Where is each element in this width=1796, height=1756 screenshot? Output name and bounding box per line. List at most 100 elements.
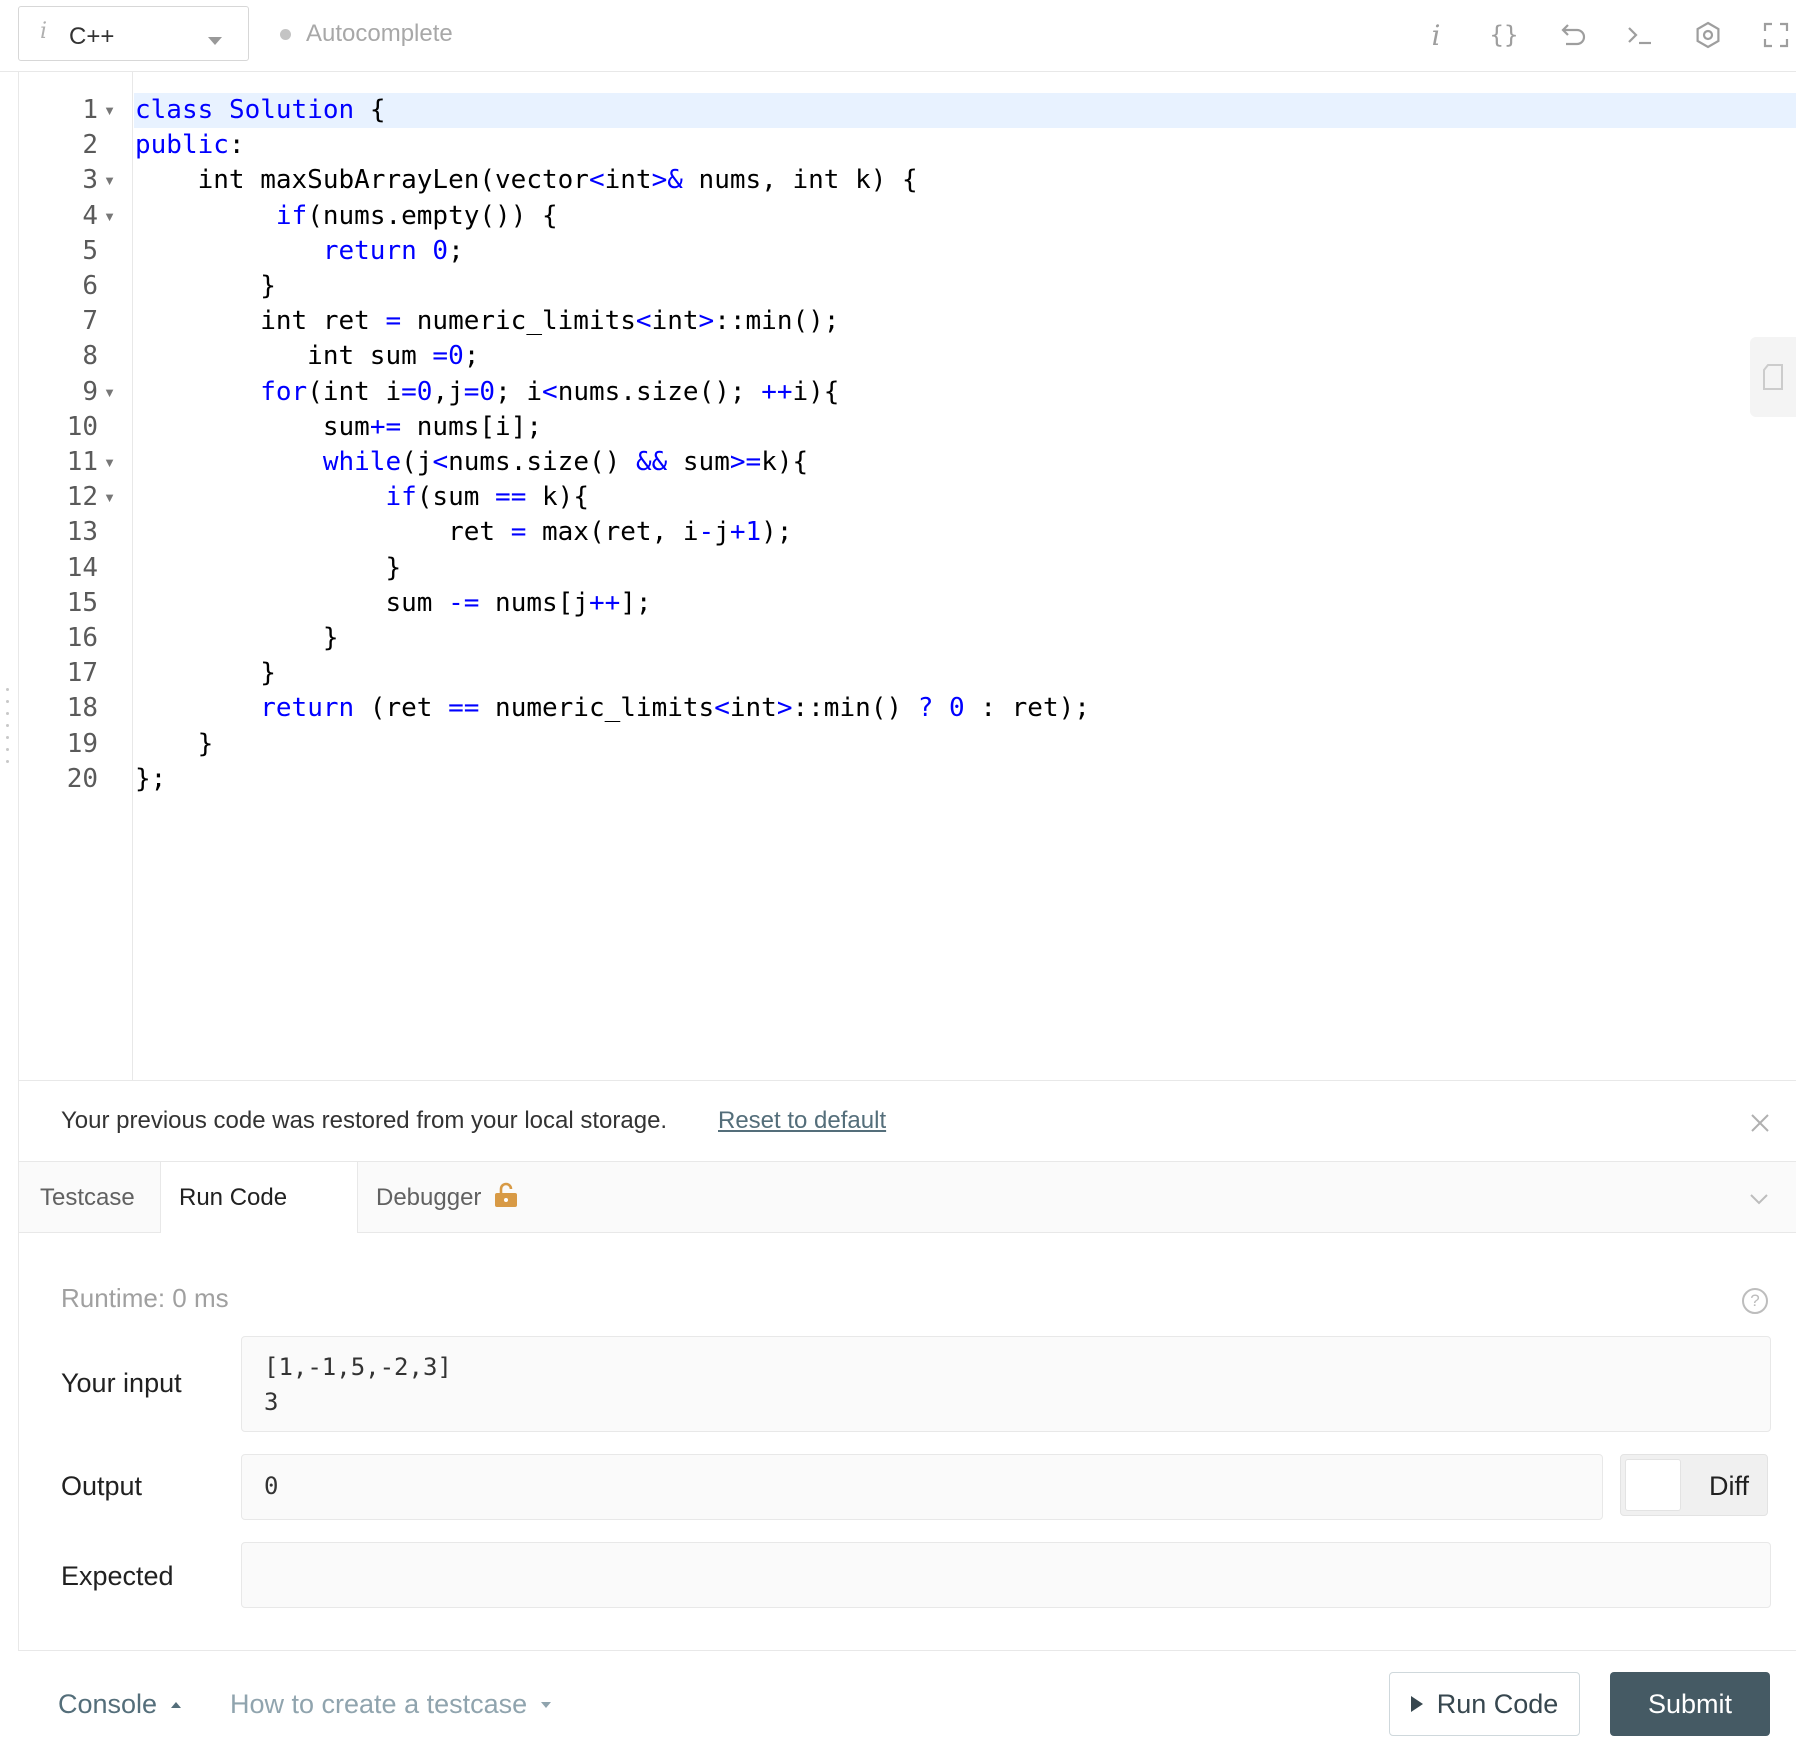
expected-box xyxy=(241,1542,1771,1608)
line-number: 1 xyxy=(82,95,98,125)
output-label: Output xyxy=(61,1471,143,1501)
code-line: while(j<nums.size() && sum>=k){ xyxy=(322,447,809,477)
run-code-label: Run Code xyxy=(1436,1688,1559,1719)
line-number: 6 xyxy=(82,271,98,301)
line-number: 8 xyxy=(82,341,98,372)
output-value: 0 xyxy=(264,1472,279,1500)
autocomplete-label: Autocomplete xyxy=(306,20,453,47)
code-line: for(int i=0,j=0; i<nums.size(); ++i){ xyxy=(260,376,840,407)
help-icon[interactable]: ? xyxy=(1742,1288,1768,1314)
output-box: 0 xyxy=(241,1454,1603,1520)
code-line: } xyxy=(135,658,276,689)
line-number: 17 xyxy=(66,658,98,689)
footer-bar: Console How to create a testcase Run Cod… xyxy=(0,1651,1796,1756)
collapse-chevron-icon[interactable] xyxy=(1748,1188,1770,1210)
fold-arrow-icon[interactable]: ▼ xyxy=(103,163,116,198)
line-number: 11 xyxy=(66,447,98,477)
code-line: public: xyxy=(135,130,245,161)
info-icon[interactable]: i xyxy=(1416,12,1456,58)
terminal-icon[interactable] xyxy=(1620,12,1660,58)
code-line: class Solution { xyxy=(135,95,386,125)
settings-icon[interactable] xyxy=(1688,12,1728,58)
info-icon: i xyxy=(40,19,48,44)
how-to-create-testcase-link[interactable]: How to create a testcase xyxy=(230,1689,552,1720)
fold-arrow-icon[interactable]: ▼ xyxy=(103,375,116,410)
diff-toggle[interactable]: Diff xyxy=(1620,1454,1768,1516)
line-number: 16 xyxy=(66,623,98,653)
toolbar-icon-group: i {} xyxy=(1416,12,1796,58)
code-line: } xyxy=(135,623,339,653)
line-number: 12 xyxy=(66,482,98,513)
fold-arrow-icon[interactable]: ▼ xyxy=(103,480,116,515)
code-line: int sum =0; xyxy=(135,341,480,372)
code-editor[interactable]: 1 ▼ 2 3 ▼ 4 ▼ 5 6 7 8 9 ▼ 10 11 ▼ 12 ▼ 13 14 15 16 17 18 19 20 cl… xyxy=(18,72,1796,1081)
how-to-label: How to create a testcase xyxy=(230,1689,528,1719)
fullscreen-icon[interactable] xyxy=(1756,12,1796,58)
console-label: Console xyxy=(58,1689,158,1719)
code-line: sum -= nums[j++]; xyxy=(135,587,652,618)
code-line: } xyxy=(135,728,214,759)
line-number: 20 xyxy=(66,763,98,794)
editor-toolbar: i C++ Autocomplete i {} xyxy=(0,0,1796,72)
runtime-text: Runtime: 0 ms xyxy=(61,1283,229,1313)
line-number: 3 xyxy=(82,165,98,196)
line-number: 7 xyxy=(82,306,98,337)
code-line: } xyxy=(135,271,276,301)
resize-handle[interactable] xyxy=(6,688,10,778)
braces-icon[interactable]: {} xyxy=(1484,12,1524,58)
code-line: return 0; xyxy=(322,235,464,266)
tab-testcase[interactable]: Testcase xyxy=(19,1162,160,1234)
code-line: if(sum == k){ xyxy=(385,482,589,513)
submit-button[interactable]: Submit xyxy=(1610,1672,1770,1736)
fold-arrow-icon[interactable]: ▼ xyxy=(103,445,116,480)
fold-arrow-icon[interactable]: ▼ xyxy=(103,199,116,234)
autocomplete-status-dot xyxy=(280,28,291,40)
tab-run-code-result[interactable]: Run Code Result xyxy=(160,1162,358,1283)
diff-toggle-knob xyxy=(1625,1459,1681,1511)
submit-label: Submit xyxy=(1647,1688,1733,1719)
run-code-button[interactable]: Run Code xyxy=(1389,1672,1580,1736)
console-toggle[interactable]: Console xyxy=(58,1689,182,1720)
line-number: 13 xyxy=(66,517,98,548)
input-line: [1,-1,5,-2,3] xyxy=(264,1353,452,1381)
reset-to-default-link[interactable]: Reset to default xyxy=(718,1107,886,1135)
code-line: }; xyxy=(135,763,167,794)
code-line: ret = max(ret, i-j+1); xyxy=(135,517,793,548)
line-number: 19 xyxy=(66,728,98,759)
your-input-box: [1,-1,5,-2,3] 3 xyxy=(241,1336,1771,1432)
input-line: 3 xyxy=(264,1388,279,1416)
chevron-down-icon xyxy=(208,37,222,45)
line-number: 15 xyxy=(66,587,98,618)
tab-debugger[interactable]: Debugger xyxy=(358,1162,558,1234)
code-line: int ret = numeric_limits<int>::min(); xyxy=(135,306,840,337)
line-number: 18 xyxy=(66,693,98,724)
your-input-label: Your input xyxy=(61,1368,182,1398)
caret-down-icon xyxy=(541,1701,552,1708)
code-line: sum+= nums[i]; xyxy=(135,411,543,442)
code-line: } xyxy=(135,552,402,583)
language-select[interactable]: i C++ xyxy=(18,6,249,61)
autocomplete-toggle[interactable]: Autocomplete xyxy=(280,18,453,50)
code-line: if(nums.empty()) { xyxy=(275,200,558,231)
caret-up-icon xyxy=(171,1701,182,1708)
console-tabs: Testcase Run Code Result Debugger xyxy=(18,1161,1796,1283)
restore-notice: Your previous code was restored from you… xyxy=(18,1081,1796,1161)
line-number: 9 xyxy=(82,376,98,407)
reset-icon[interactable] xyxy=(1552,12,1592,58)
restore-notice-message: Your previous code was restored from you… xyxy=(61,1107,668,1134)
line-number: 4 xyxy=(82,200,98,231)
close-icon[interactable] xyxy=(1748,1111,1772,1135)
line-number: 10 xyxy=(66,411,98,442)
side-panel-tab[interactable] xyxy=(1750,337,1796,417)
line-number-gutter: 1 ▼ 2 3 ▼ 4 ▼ 5 6 7 8 9 ▼ 10 11 ▼ 12 ▼ 13 14 15 16 17 18 19 20 xyxy=(19,72,133,1080)
line-number: 2 xyxy=(82,130,98,161)
play-icon xyxy=(1410,1696,1423,1712)
line-number: 14 xyxy=(66,552,98,583)
expected-label: Expected xyxy=(61,1561,174,1591)
code-line: return (ret == numeric_limits<int>::min(… xyxy=(260,693,1090,724)
code-line: int maxSubArrayLen(vector<int>& nums, in… xyxy=(135,165,918,196)
line-number: 5 xyxy=(82,235,98,266)
lock-icon xyxy=(495,1182,517,1207)
diff-label: Diff xyxy=(1708,1471,1749,1501)
fold-arrow-icon[interactable]: ▼ xyxy=(103,93,116,128)
